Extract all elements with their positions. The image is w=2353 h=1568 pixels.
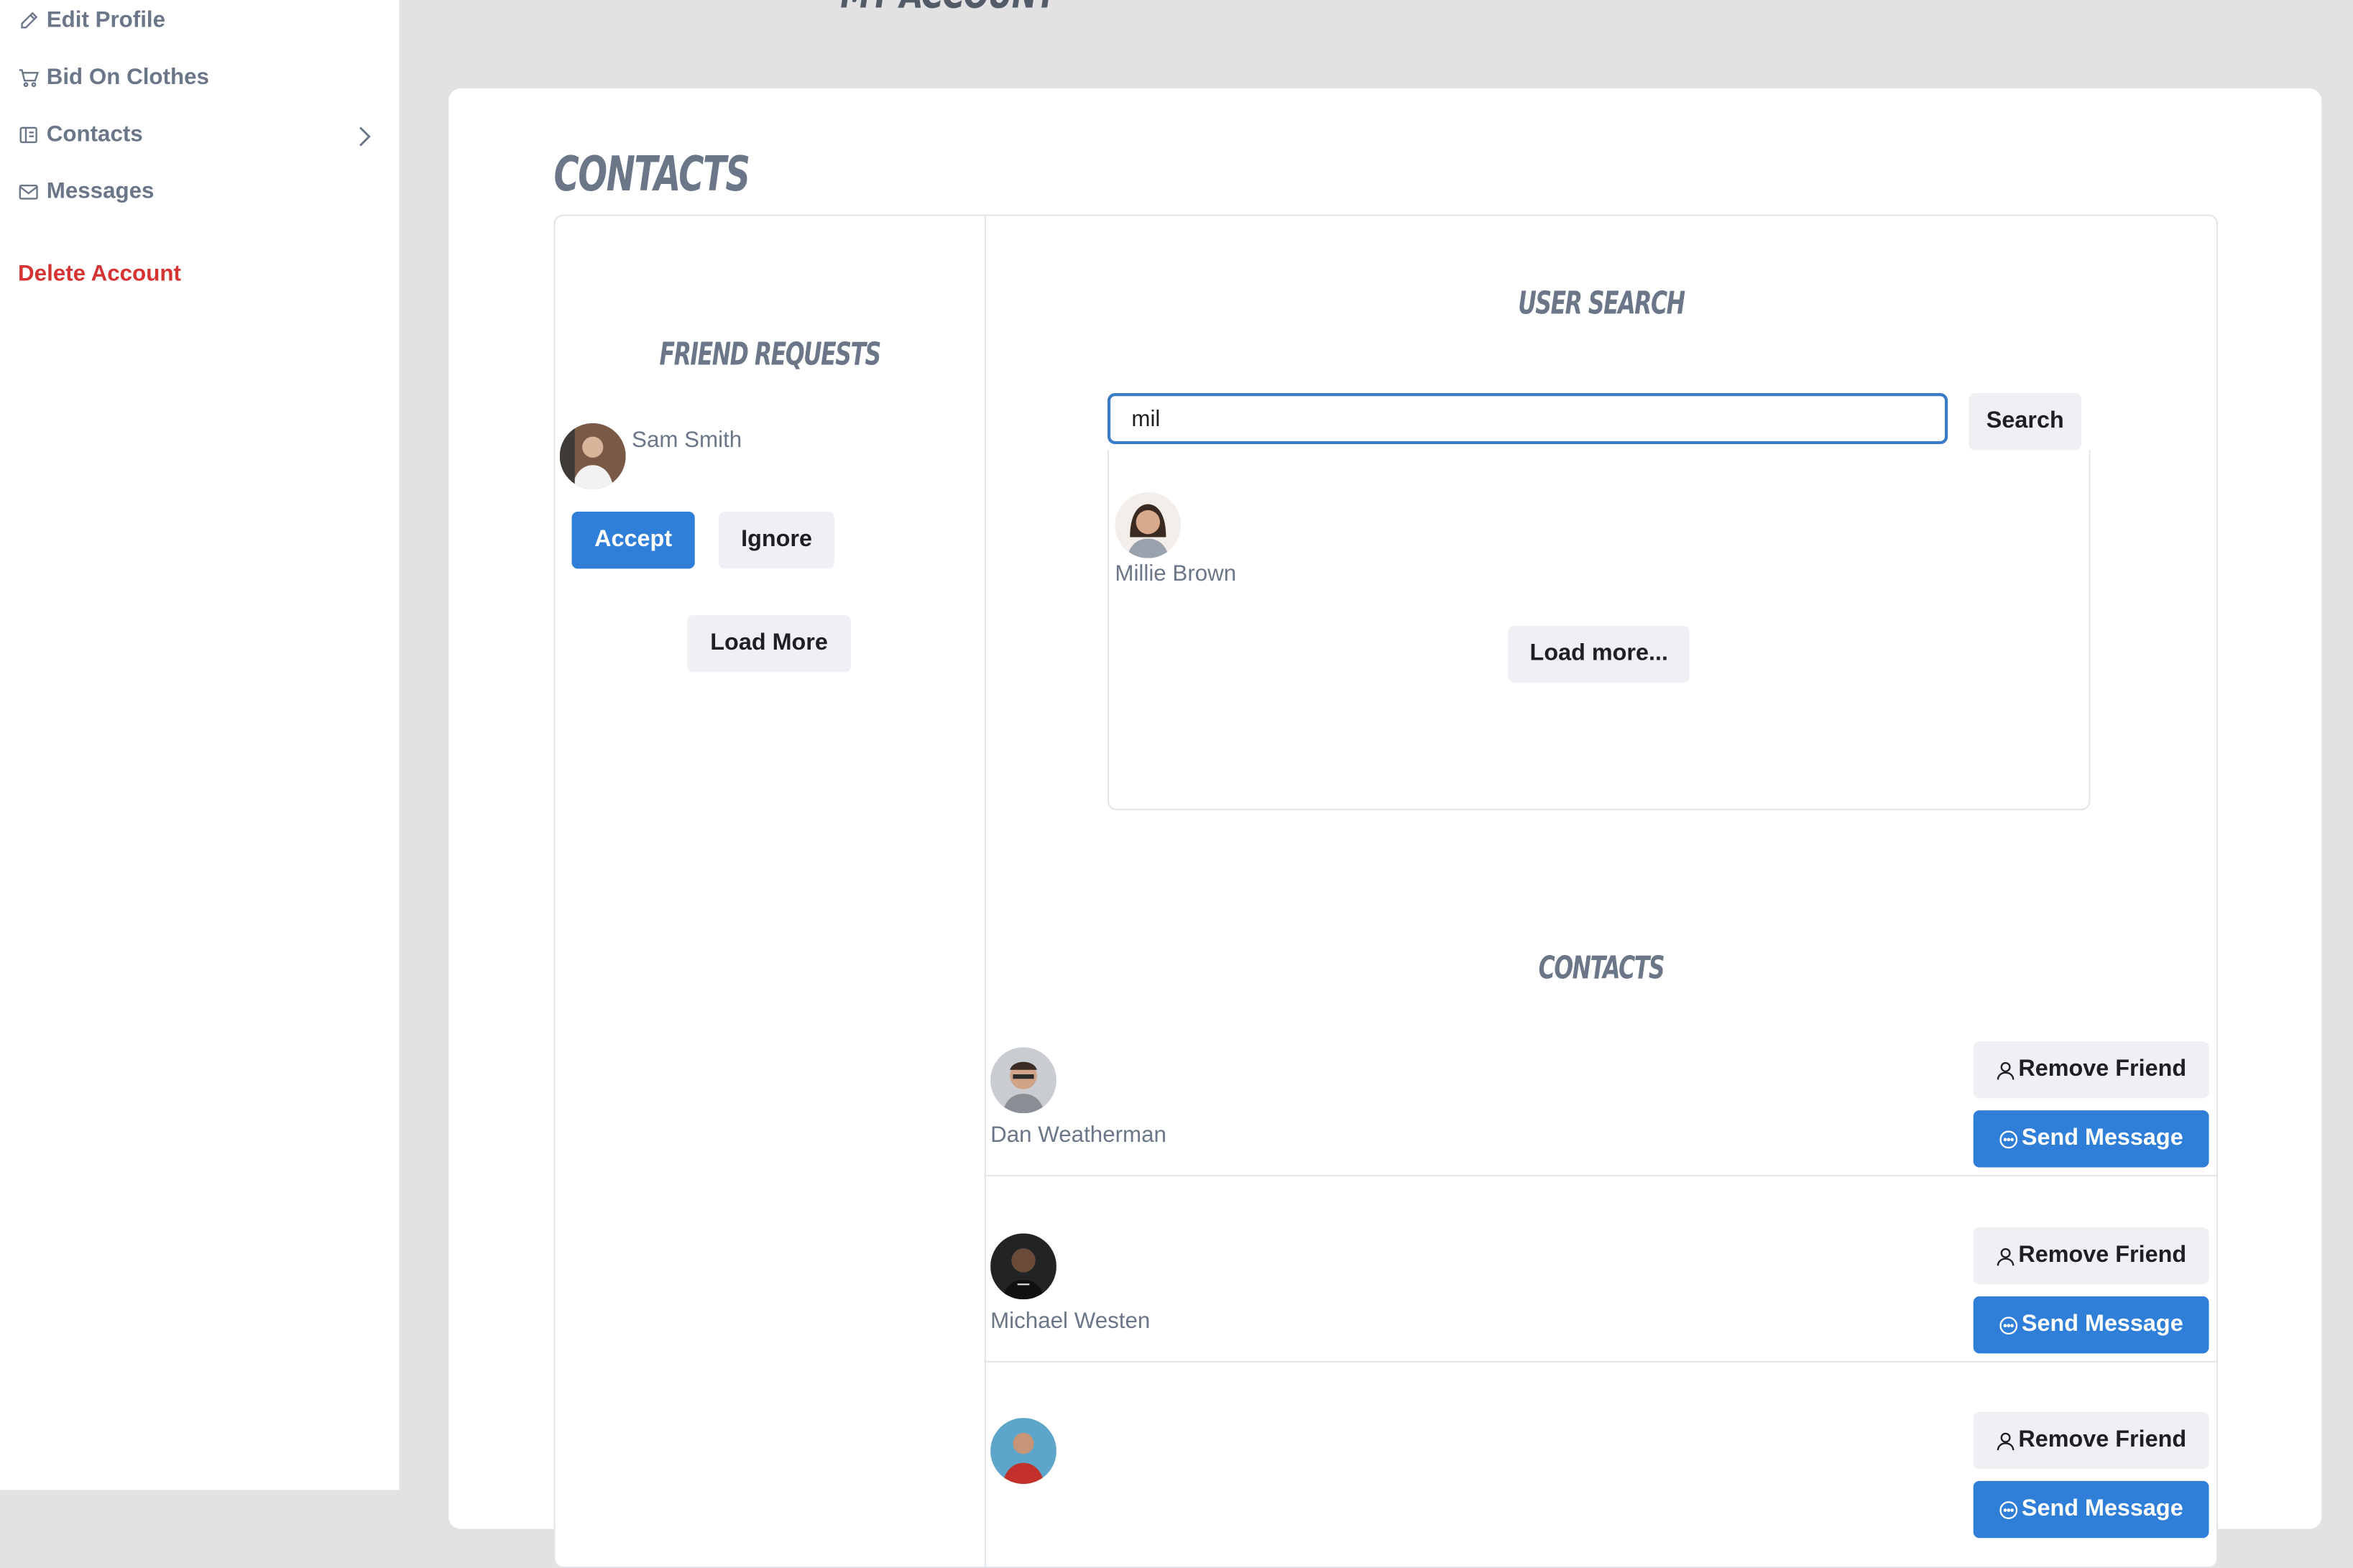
sidebar-item-label: Contacts (46, 121, 143, 147)
search-input[interactable] (1107, 393, 1948, 445)
chevron-right-icon[interactable] (357, 126, 372, 147)
friend-request-name: Sam Smith (632, 428, 742, 453)
friend-requests-title: Friend Requests (659, 336, 882, 372)
user-search-title: User Search (1518, 285, 1685, 321)
sidebar-item-label: Bid On Clothes (46, 64, 209, 91)
contact-name: Michael Westen (990, 1308, 1151, 1334)
sidebar: Edit Profile Bid On Clothes Contacts Mes… (0, 0, 400, 1490)
book-icon (19, 126, 37, 143)
sidebar-item-contacts[interactable]: Contacts (18, 121, 143, 147)
remove-friend-button[interactable]: Remove Friend (1973, 1411, 2209, 1470)
page-heading: MY ACCOUNT (840, 0, 1056, 18)
sidebar-item-messages[interactable]: Messages (18, 178, 155, 204)
avatar[interactable] (1115, 492, 1182, 558)
contact-name: Dan Weatherman (990, 1122, 1166, 1148)
chat-bubble-icon (1999, 1316, 2018, 1334)
delete-account-link[interactable]: Delete Account (18, 261, 181, 286)
search-load-more-button[interactable]: Load more... (1508, 625, 1690, 683)
send-message-button[interactable]: Send Message (1973, 1296, 2209, 1354)
avatar (559, 423, 626, 489)
cart-icon (19, 68, 40, 87)
pencil-icon (21, 11, 38, 28)
user-icon (1997, 1431, 2014, 1450)
page-title: Contacts (553, 145, 750, 203)
friend-requests-load-more-button[interactable]: Load More (687, 615, 851, 673)
sidebar-item-label: Edit Profile (46, 7, 166, 33)
avatar (990, 1233, 1056, 1300)
contacts-list-title: Contacts (1538, 949, 1665, 986)
search-button[interactable]: Search (1968, 393, 2082, 451)
panel-divider (984, 216, 986, 1567)
avatar (990, 1047, 1056, 1114)
remove-friend-button[interactable]: Remove Friend (1973, 1227, 2209, 1285)
sidebar-item-bid-on-clothes[interactable]: Bid On Clothes (18, 65, 209, 90)
envelope-icon (19, 183, 38, 199)
chat-bubble-icon (1999, 1130, 2018, 1148)
row-divider (984, 1174, 2216, 1176)
accept-button[interactable]: Accept (571, 512, 695, 569)
contacts-panel: Friend Requests Sam Smith Accept Ignore … (553, 214, 2219, 1568)
remove-friend-button[interactable]: Remove Friend (1973, 1041, 2209, 1099)
avatar (990, 1418, 1056, 1485)
user-icon (1997, 1061, 2014, 1079)
ignore-button[interactable]: Ignore (719, 512, 834, 569)
row-divider (984, 1360, 2216, 1362)
sidebar-item-label: Messages (46, 178, 155, 204)
sidebar-item-edit-profile[interactable]: Edit Profile (18, 7, 166, 33)
chat-bubble-icon (1999, 1500, 2018, 1518)
main-card: Contacts Friend Requests Sam Smith Accep… (448, 88, 2322, 1568)
user-icon (1997, 1247, 2014, 1265)
search-result-name[interactable]: Millie Brown (1115, 561, 1236, 586)
send-message-button[interactable]: Send Message (1973, 1110, 2209, 1168)
send-message-button[interactable]: Send Message (1973, 1480, 2209, 1539)
